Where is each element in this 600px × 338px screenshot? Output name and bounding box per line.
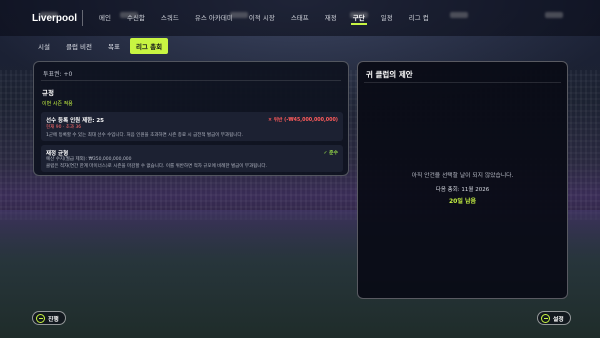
- nav-item-staff[interactable]: 스태프: [283, 0, 317, 36]
- rule-card-financial-balance[interactable]: 재정 균형 ✓ 준수 예산 수지(월급 제외): ₩350,000,000,00…: [41, 145, 343, 172]
- rule-current-count: 현재 90 · 초과 36: [46, 125, 82, 130]
- club-name: Liverpool: [32, 12, 78, 24]
- nav-item-main[interactable]: 메인: [91, 0, 119, 36]
- top-nav-bar: Liverpool 메인 수신함 스쿼드 유스 아카데미 이적 시장 스태프 재…: [0, 0, 600, 36]
- nav-item-squad[interactable]: 스쿼드: [153, 0, 187, 36]
- continue-button[interactable]: 진행: [32, 311, 66, 325]
- nav-item-youth-academy[interactable]: 유스 아카데미: [187, 0, 241, 36]
- nav-divider: [82, 10, 83, 26]
- empty-state-message: 아직 안건을 선택할 날이 되지 않았습니다.: [411, 173, 514, 179]
- proposal-panel: 귀 클럽의 제안 아직 안건을 선택할 날이 되지 않았습니다. 다음 총회: …: [357, 61, 568, 299]
- nav-item-schedule[interactable]: 일정: [373, 0, 401, 36]
- nav-item-league-cup[interactable]: 리그 컵: [401, 0, 437, 36]
- proposal-title: 귀 클럽의 제안: [366, 70, 413, 79]
- sub-tabs: 시설 클럽 비전 목표 리그 총회: [32, 38, 169, 54]
- main-nav: 메인 수신함 스쿼드 유스 아카데미 이적 시장 스태프 재정 구단 일정 리그…: [91, 0, 437, 36]
- tab-objectives[interactable]: 목표: [102, 38, 126, 54]
- nav-item-transfer-market[interactable]: 이적 시장: [241, 0, 283, 36]
- rule-card-squad-limit[interactable]: 선수 등록 인원 제한: 25 × 위반 (-₩45,000,000,000) …: [41, 112, 343, 141]
- applied-label: 이번 시즌 적용: [42, 101, 73, 107]
- rule-description: 1군에 등록할 수 있는 최대 선수 수입니다. 처음 인원을 초과하면 시즌 …: [46, 133, 243, 138]
- rule-status-violation: × 위반 (-₩45,000,000,000): [267, 118, 338, 123]
- rules-title: 규정: [42, 89, 54, 97]
- nav-item-finance[interactable]: 재정: [317, 0, 345, 36]
- settings-label: 설정: [553, 316, 564, 323]
- tab-club-vision[interactable]: 클럽 비전: [60, 38, 98, 54]
- vote-count: 투표권: +0: [43, 71, 73, 78]
- controller-key-icon: [541, 313, 550, 323]
- rule-status-compliant: ✓ 준수: [323, 151, 338, 156]
- controller-key-icon: [36, 313, 45, 323]
- rule-title: 선수 등록 인원 제한: 25: [46, 118, 104, 124]
- rules-panel: 투표권: +0 규정 이번 시즌 적용 선수 등록 인원 제한: 25 × 위반…: [33, 61, 349, 176]
- tab-facilities[interactable]: 시설: [32, 38, 56, 54]
- tab-league-assembly[interactable]: 리그 총회: [129, 38, 169, 54]
- panel-divider: [364, 82, 561, 83]
- next-meeting-date: 다음 총회: 11월 2026: [435, 187, 490, 193]
- rule-description: 클럽은 적자(연간 한계 마이너스)로 시즌을 마감할 수 없습니다. 이를 위…: [46, 164, 267, 169]
- nav-item-club[interactable]: 구단: [345, 0, 373, 36]
- days-remaining: 20일 남음: [449, 198, 476, 205]
- nav-item-inbox[interactable]: 수신함: [119, 0, 153, 36]
- settings-button[interactable]: 설정: [537, 311, 571, 325]
- continue-label: 진행: [48, 316, 59, 323]
- rule-budget-balance: 예산 수지(월급 제외): ₩350,000,000,000: [46, 157, 132, 162]
